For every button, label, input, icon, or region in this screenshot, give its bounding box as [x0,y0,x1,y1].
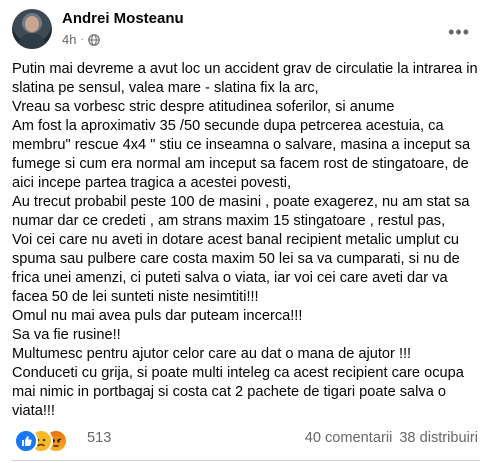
shares-count[interactable]: 38 distribuiri [399,430,478,446]
post-footer: 513 40 comentarii 38 distribuiri [0,426,492,456]
author-avatar[interactable] [12,9,52,49]
post-paragraph: Au trecut probabil peste 100 de masini ,… [12,194,470,229]
post-time[interactable]: 4h [62,32,76,47]
author-name[interactable]: Andrei Mosteanu [62,10,184,27]
post-header: Andrei Mosteanu 4h · ••• [0,0,492,56]
post-paragraph: Multumesc pentru ajutor celor care au da… [12,346,412,362]
footer-divider [12,460,480,461]
post-paragraph: Sa va fie rusine!! [12,327,121,343]
post-paragraph: Voi cei care nu aveti in dotare acest ba… [12,232,460,305]
post-paragraph: Am fost la aproximativ 35 /50 secunde du… [12,118,471,191]
post-paragraph: Omul nu mai avea puls dar puteam incerca… [12,308,303,324]
engagement-stats: 40 comentarii 38 distribuiri [305,430,478,446]
reaction-count[interactable]: 513 [87,430,111,446]
post-paragraph: Conduceti cu grija, si poate multi intel… [12,365,464,419]
facebook-post: Andrei Mosteanu 4h · ••• Putin mai devre… [0,0,492,463]
post-text: Putin mai devreme a avut loc un accident… [12,60,484,421]
post-paragraph: Vreau sa vorbesc stric despre atitudinea… [12,99,395,115]
like-icon [14,429,38,453]
post-meta: 4h · [62,32,100,47]
globe-icon[interactable] [88,33,100,46]
meta-separator: · [80,34,84,45]
post-paragraph: Putin mai devreme a avut loc un accident… [12,61,478,96]
reactions-summary[interactable] [14,429,78,453]
comments-count[interactable]: 40 comentarii [305,430,393,446]
more-options-icon[interactable]: ••• [448,22,470,43]
